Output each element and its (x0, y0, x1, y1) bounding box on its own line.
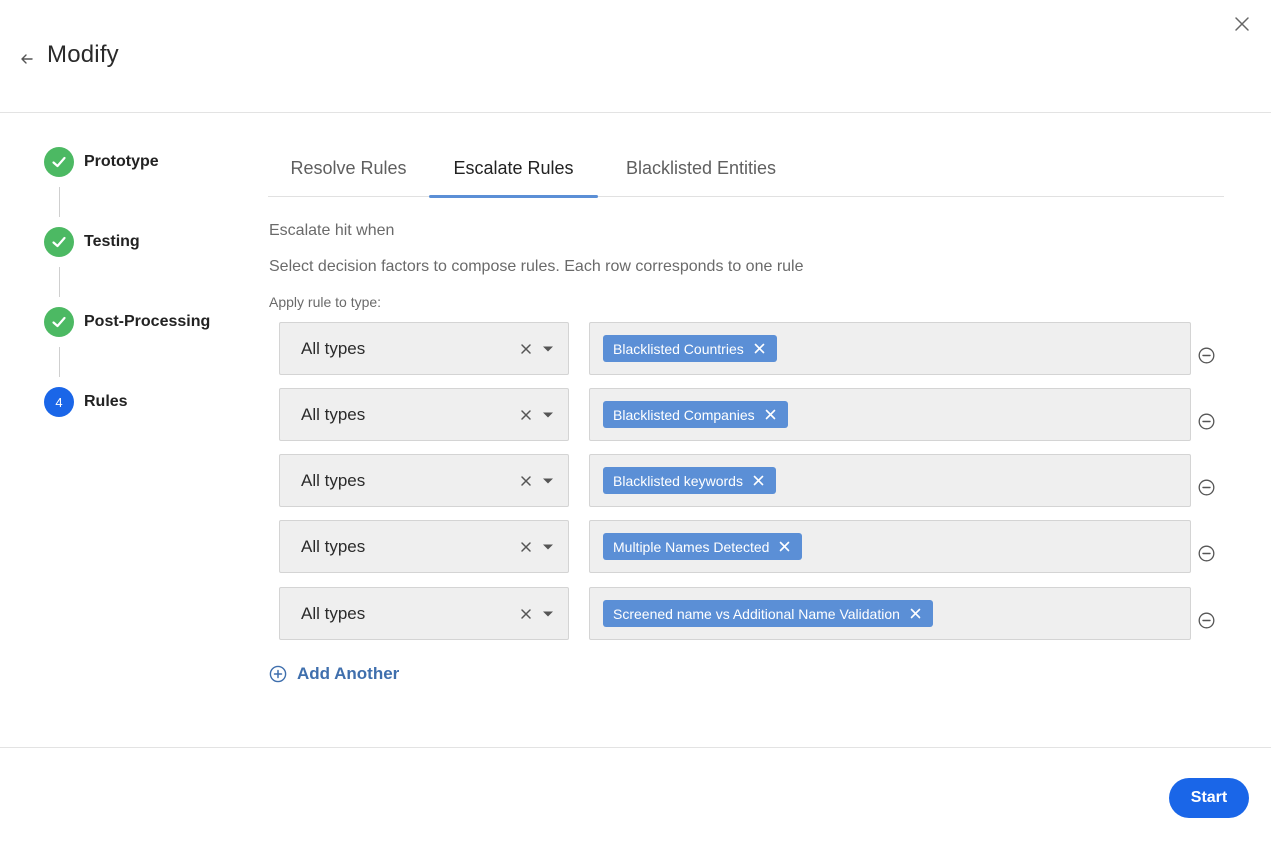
step-prototype: Prototype (44, 147, 254, 179)
back-button[interactable] (18, 50, 36, 68)
close-icon (1235, 17, 1249, 31)
factor-chip-label: Screened name vs Additional Name Validat… (613, 605, 900, 622)
step-post-processing: Post-Processing (44, 307, 254, 339)
add-another-label: Add Another (297, 664, 400, 683)
clear-icon[interactable] (519, 540, 533, 554)
clear-icon[interactable] (519, 607, 533, 621)
rule-row: All types Blacklisted keywords (279, 454, 1224, 507)
factor-chip-label: Blacklisted keywords (613, 472, 743, 489)
checkmark-icon (52, 316, 66, 328)
caret-down-icon[interactable] (543, 345, 553, 353)
close-icon[interactable] (910, 608, 921, 619)
type-select-value: All types (301, 604, 366, 623)
step-number-badge: 4 (44, 387, 74, 417)
step-label: Rules (84, 393, 128, 410)
escalate-heading: Escalate hit when (269, 222, 395, 239)
step-complete-badge (44, 227, 74, 257)
minus-circle-icon[interactable] (1198, 612, 1215, 629)
close-icon[interactable] (754, 343, 765, 354)
type-select-value: All types (301, 405, 366, 424)
factor-chip: Screened name vs Additional Name Validat… (603, 600, 933, 627)
type-select[interactable]: All types (279, 454, 569, 507)
rule-row: All types Blacklisted Companies (279, 388, 1224, 441)
decision-factor-select[interactable]: Screened name vs Additional Name Validat… (589, 587, 1191, 640)
add-another-button[interactable]: Add Another (269, 663, 399, 685)
clear-icon[interactable] (519, 474, 533, 488)
close-icon[interactable] (753, 475, 764, 486)
type-select[interactable]: All types (279, 587, 569, 640)
minus-circle-icon[interactable] (1198, 347, 1215, 364)
step-complete-badge (44, 307, 74, 337)
checkmark-icon (52, 236, 66, 248)
step-label: Testing (84, 233, 140, 250)
dialog-header: Modify (0, 0, 1271, 113)
factor-chip: Multiple Names Detected (603, 533, 803, 560)
caret-down-icon[interactable] (543, 477, 553, 485)
caret-down-icon[interactable] (543, 411, 553, 419)
footer-divider (0, 747, 1271, 748)
step-rules: 4 Rules (44, 387, 254, 419)
factor-chip: Blacklisted Countries (603, 335, 777, 362)
close-button[interactable] (1232, 14, 1252, 34)
caret-down-icon[interactable] (543, 543, 553, 551)
factor-chip: Blacklisted Companies (603, 401, 788, 428)
minus-circle-icon[interactable] (1198, 413, 1215, 430)
close-icon[interactable] (765, 409, 776, 420)
step-connector (59, 267, 60, 297)
rule-row: All types Blacklisted Countries (279, 322, 1224, 375)
decision-factor-select[interactable]: Blacklisted keywords (589, 454, 1191, 507)
decision-factor-select[interactable]: Multiple Names Detected (589, 520, 1191, 573)
start-button[interactable]: Start (1169, 778, 1249, 818)
apply-type-label: Apply rule to type: (269, 294, 382, 310)
page-title: Modify (47, 41, 119, 68)
step-testing: Testing (44, 227, 254, 259)
tab-resolve-rules[interactable]: Resolve Rules (268, 148, 429, 197)
factor-chip-label: Blacklisted Countries (613, 340, 744, 357)
caret-down-icon[interactable] (543, 610, 553, 618)
arrow-left-icon (21, 54, 33, 64)
clear-icon[interactable] (519, 342, 533, 356)
step-connector (59, 187, 60, 217)
step-connector (59, 347, 60, 377)
decision-factor-select[interactable]: Blacklisted Countries (589, 322, 1191, 375)
type-select-value: All types (301, 339, 366, 358)
type-select[interactable]: All types (279, 520, 569, 573)
type-select-value: All types (301, 537, 366, 556)
rules-tabs: Resolve Rules Escalate Rules Blacklisted… (268, 148, 1224, 198)
step-label: Prototype (84, 153, 159, 170)
factor-chip: Blacklisted keywords (603, 467, 776, 494)
tab-escalate-rules[interactable]: Escalate Rules (429, 148, 598, 198)
type-select[interactable]: All types (279, 322, 569, 375)
rule-row: All types Multiple Names Detected (279, 520, 1224, 573)
plus-circle-icon (269, 665, 287, 683)
rule-row: All types Screened name vs Additional Na… (279, 587, 1224, 640)
decision-factor-select[interactable]: Blacklisted Companies (589, 388, 1191, 441)
type-select[interactable]: All types (279, 388, 569, 441)
checkmark-icon (52, 156, 66, 168)
tab-blacklisted-entities[interactable]: Blacklisted Entities (598, 148, 804, 197)
step-label: Post-Processing (84, 313, 211, 330)
clear-icon[interactable] (519, 408, 533, 422)
factor-chip-label: Multiple Names Detected (613, 538, 770, 555)
type-select-value: All types (301, 471, 366, 490)
minus-circle-icon[interactable] (1198, 545, 1215, 562)
instructions-text: Select decision factors to compose rules… (269, 258, 804, 275)
minus-circle-icon[interactable] (1198, 479, 1215, 496)
step-complete-badge (44, 147, 74, 177)
close-icon[interactable] (779, 541, 790, 552)
factor-chip-label: Blacklisted Companies (613, 406, 755, 423)
